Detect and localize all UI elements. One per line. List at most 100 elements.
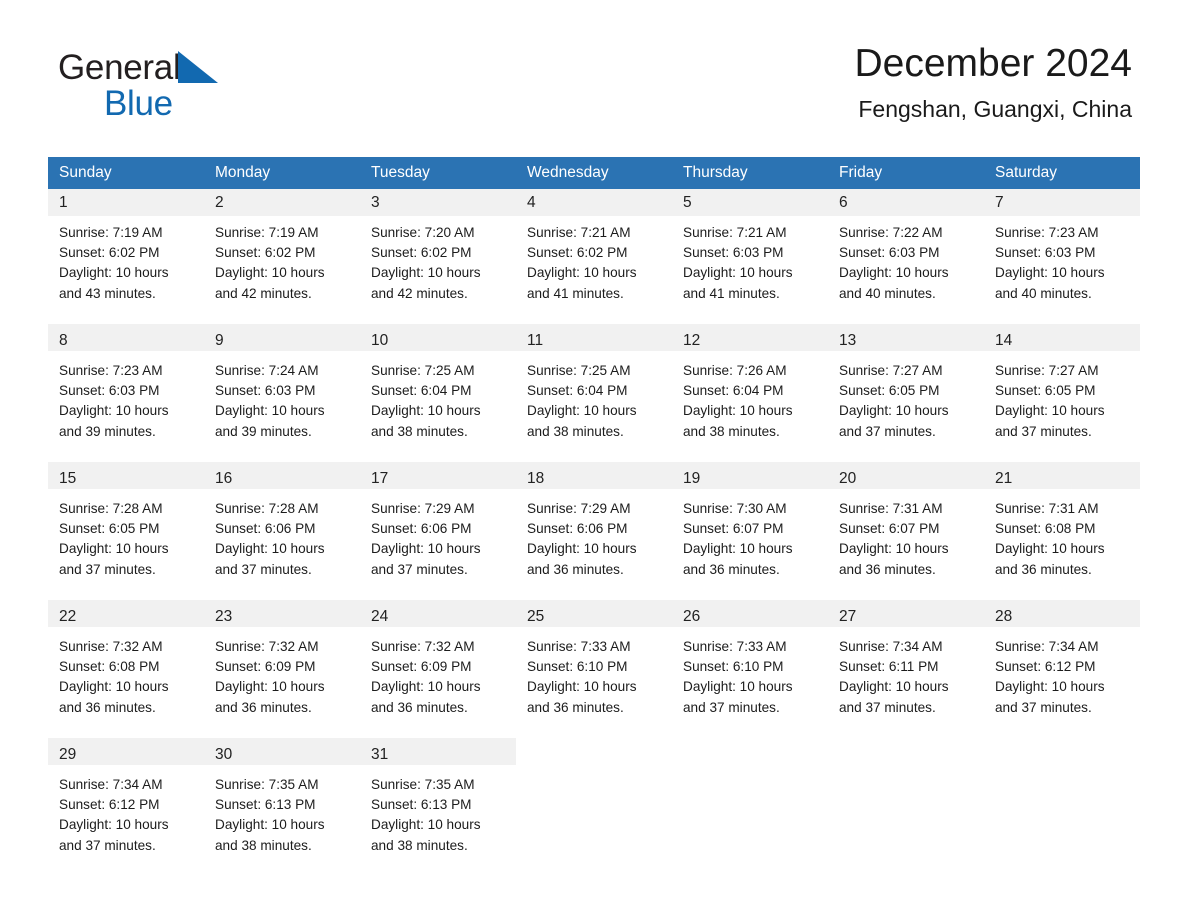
day-cell-30[interactable]: Sunrise: 7:35 AM Sunset: 6:13 PM Daylight:… (204, 768, 360, 876)
day-detail-line: Daylight: 10 hours (683, 541, 793, 557)
day-cell-20[interactable]: Sunrise: 7:31 AM Sunset: 6:07 PM Daylight:… (828, 492, 984, 600)
day-detail-line: and 37 minutes. (683, 699, 780, 715)
calendar-grid: Sunday Monday Tuesday Wednesday Thursday Frid… (48, 157, 1140, 876)
day-cell-19[interactable]: Sunrise: 7:30 AM Sunset: 6:07 PM Daylight:… (672, 492, 828, 600)
day-detail-line: and 37 minutes. (995, 699, 1092, 715)
page-title: December 2024 (854, 42, 1133, 85)
day-detail-line: Daylight: 10 hours (215, 541, 325, 557)
day-cell-5[interactable]: Sunrise: 7:21 AM Sunset: 6:03 PM Daylight:… (672, 216, 828, 324)
day-cell-27[interactable]: Sunrise: 7:34 AM Sunset: 6:11 PM Daylight:… (828, 630, 984, 738)
day-cell-6[interactable]: Sunrise: 7:22 AM Sunset: 6:03 PM Daylight:… (828, 216, 984, 324)
day-cell-13[interactable]: Sunrise: 7:27 AM Sunset: 6:05 PM Daylight:… (828, 354, 984, 462)
day-detail-line: Daylight: 10 hours (215, 265, 325, 281)
day-detail-line: Daylight: 10 hours (371, 403, 481, 419)
day-cell-25[interactable]: Sunrise: 7:33 AM Sunset: 6:10 PM Daylight:… (516, 630, 672, 738)
day-number-13[interactable]: 13 (828, 327, 984, 354)
day-detail-line: Daylight: 10 hours (215, 817, 325, 833)
day-detail-line: and 37 minutes. (59, 837, 156, 853)
day-cell-1[interactable]: Sunrise: 7:19 AM Sunset: 6:02 PM Daylight:… (48, 216, 204, 324)
day-number-24[interactable]: 24 (360, 603, 516, 630)
day-number-21[interactable]: 21 (984, 465, 1140, 492)
day-number-9[interactable]: 9 (204, 327, 360, 354)
day-number-14[interactable]: 14 (984, 327, 1140, 354)
day-cell-21[interactable]: Sunrise: 7:31 AM Sunset: 6:08 PM Daylight:… (984, 492, 1140, 600)
day-number-5[interactable]: 5 (672, 189, 828, 216)
day-detail-line: and 36 minutes. (371, 699, 468, 715)
day-cell-8[interactable]: Sunrise: 7:23 AM Sunset: 6:03 PM Daylight:… (48, 354, 204, 462)
day-cell-26[interactable]: Sunrise: 7:33 AM Sunset: 6:10 PM Daylight:… (672, 630, 828, 738)
day-number-6[interactable]: 6 (828, 189, 984, 216)
week-detail-row: Sunrise: 7:34 AM Sunset: 6:12 PM Daylight:… (48, 768, 1140, 876)
day-number-empty (984, 741, 1140, 768)
day-number-12[interactable]: 12 (672, 327, 828, 354)
day-number-25[interactable]: 25 (516, 603, 672, 630)
day-cell-14[interactable]: Sunrise: 7:27 AM Sunset: 6:05 PM Daylight:… (984, 354, 1140, 462)
day-number-2[interactable]: 2 (204, 189, 360, 216)
day-detail-line: Sunset: 6:09 PM (215, 659, 316, 675)
day-detail-line: Sunset: 6:10 PM (527, 659, 628, 675)
day-detail-line: Daylight: 10 hours (839, 265, 949, 281)
day-detail-line: Daylight: 10 hours (59, 817, 169, 833)
day-cell-17[interactable]: Sunrise: 7:29 AM Sunset: 6:06 PM Daylight:… (360, 492, 516, 600)
day-number-28[interactable]: 28 (984, 603, 1140, 630)
day-cell-16[interactable]: Sunrise: 7:28 AM Sunset: 6:06 PM Daylight:… (204, 492, 360, 600)
day-number-26[interactable]: 26 (672, 603, 828, 630)
day-detail-line: Daylight: 10 hours (995, 265, 1105, 281)
day-cell-4[interactable]: Sunrise: 7:21 AM Sunset: 6:02 PM Daylight:… (516, 216, 672, 324)
day-number-7[interactable]: 7 (984, 189, 1140, 216)
day-number-8[interactable]: 8 (48, 327, 204, 354)
day-cell-2[interactable]: Sunrise: 7:19 AM Sunset: 6:02 PM Daylight:… (204, 216, 360, 324)
day-detail-line: and 42 minutes. (371, 285, 468, 301)
day-detail-line: and 37 minutes. (839, 699, 936, 715)
day-number-16[interactable]: 16 (204, 465, 360, 492)
day-cell-18[interactable]: Sunrise: 7:29 AM Sunset: 6:06 PM Daylight:… (516, 492, 672, 600)
day-cell-23[interactable]: Sunrise: 7:32 AM Sunset: 6:09 PM Daylight:… (204, 630, 360, 738)
day-cell-29[interactable]: Sunrise: 7:34 AM Sunset: 6:12 PM Daylight:… (48, 768, 204, 876)
day-detail-line: Sunrise: 7:21 AM (527, 225, 631, 240)
day-detail-line: Sunrise: 7:27 AM (839, 363, 943, 378)
day-cell-11[interactable]: Sunrise: 7:25 AM Sunset: 6:04 PM Daylight:… (516, 354, 672, 462)
day-detail-line: Sunset: 6:08 PM (59, 659, 160, 675)
day-cell-22[interactable]: Sunrise: 7:32 AM Sunset: 6:08 PM Daylight:… (48, 630, 204, 738)
day-number-1[interactable]: 1 (48, 189, 204, 216)
day-cell-31[interactable]: Sunrise: 7:35 AM Sunset: 6:13 PM Daylight:… (360, 768, 516, 876)
day-number-3[interactable]: 3 (360, 189, 516, 216)
day-number-11[interactable]: 11 (516, 327, 672, 354)
day-detail-line: Sunrise: 7:32 AM (59, 639, 163, 654)
day-number-4[interactable]: 4 (516, 189, 672, 216)
calendar-week-row: 15 16 17 18 19 20 21 Sunrise: 7:28 AM Sunset: 6:… (48, 462, 1140, 600)
day-detail-line: and 39 minutes. (59, 423, 156, 439)
day-cell-7[interactable]: Sunrise: 7:23 AM Sunset: 6:03 PM Daylight:… (984, 216, 1140, 324)
day-number-29[interactable]: 29 (48, 741, 204, 768)
day-number-18[interactable]: 18 (516, 465, 672, 492)
day-number-15[interactable]: 15 (48, 465, 204, 492)
week-date-band: 22 23 24 25 26 27 28 (48, 600, 1140, 630)
day-detail-line: and 36 minutes. (527, 699, 624, 715)
day-detail-line: Sunset: 6:09 PM (371, 659, 472, 675)
day-number-20[interactable]: 20 (828, 465, 984, 492)
day-detail-line: Sunset: 6:04 PM (527, 383, 628, 399)
day-cell-12[interactable]: Sunrise: 7:26 AM Sunset: 6:04 PM Daylight:… (672, 354, 828, 462)
day-number-27[interactable]: 27 (828, 603, 984, 630)
day-cell-10[interactable]: Sunrise: 7:25 AM Sunset: 6:04 PM Daylight:… (360, 354, 516, 462)
day-detail-line: Sunset: 6:02 PM (527, 245, 628, 261)
day-cell-24[interactable]: Sunrise: 7:32 AM Sunset: 6:09 PM Daylight:… (360, 630, 516, 738)
day-number-10[interactable]: 10 (360, 327, 516, 354)
day-cell-15[interactable]: Sunrise: 7:28 AM Sunset: 6:05 PM Daylight:… (48, 492, 204, 600)
day-cell-3[interactable]: Sunrise: 7:20 AM Sunset: 6:02 PM Daylight:… (360, 216, 516, 324)
day-detail-line: Sunrise: 7:30 AM (683, 501, 787, 516)
day-cell-9[interactable]: Sunrise: 7:24 AM Sunset: 6:03 PM Daylight:… (204, 354, 360, 462)
day-number-empty (516, 741, 672, 768)
week-detail-row: Sunrise: 7:23 AM Sunset: 6:03 PM Daylight:… (48, 354, 1140, 462)
day-detail-line: and 36 minutes. (527, 561, 624, 577)
day-number-22[interactable]: 22 (48, 603, 204, 630)
day-number-17[interactable]: 17 (360, 465, 516, 492)
day-number-31[interactable]: 31 (360, 741, 516, 768)
day-number-23[interactable]: 23 (204, 603, 360, 630)
day-cell-28[interactable]: Sunrise: 7:34 AM Sunset: 6:12 PM Daylight:… (984, 630, 1140, 738)
day-detail-line: Daylight: 10 hours (683, 265, 793, 281)
day-detail-line: Daylight: 10 hours (59, 403, 169, 419)
day-number-19[interactable]: 19 (672, 465, 828, 492)
day-number-30[interactable]: 30 (204, 741, 360, 768)
day-detail-line: Daylight: 10 hours (371, 817, 481, 833)
